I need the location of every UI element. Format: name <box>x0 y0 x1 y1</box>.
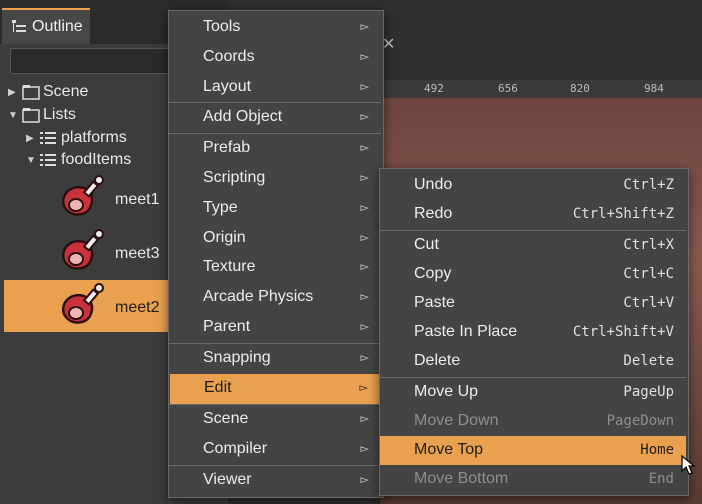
tab-outline-label: Outline <box>32 18 83 35</box>
tree-item-meet1[interactable]: meet1 <box>115 191 159 209</box>
menu-item-arcade-physics[interactable]: Arcade Physics ▻ <box>169 283 381 313</box>
tree-item-meet2[interactable]: meet2 <box>115 299 159 317</box>
tree-item-meet3[interactable]: meet3 <box>115 245 159 263</box>
edit-submenu: Undo Ctrl+Z Redo Ctrl+Shift+Z Cut Ctrl+X Co… <box>379 168 689 496</box>
menu-item-add-object[interactable]: Add Object ▻ <box>169 103 381 133</box>
menu-item-snapping[interactable]: Snapping ▻ <box>169 344 381 374</box>
menu-item-undo[interactable]: Undo Ctrl+Z <box>380 171 686 200</box>
menu-item-scripting[interactable]: Scripting ▻ <box>169 164 381 194</box>
menu-item-move-top[interactable]: Move Top Home <box>380 436 686 465</box>
menu-item-copy[interactable]: Copy Ctrl+C <box>380 260 686 289</box>
meat-sprite-icon <box>61 283 104 324</box>
menu-item-move-down: Move Down PageDown <box>414 412 674 429</box>
menu-item-prefab[interactable]: Prefab ▻ <box>169 134 381 164</box>
menu-item-type[interactable]: Type ▻ <box>169 194 381 224</box>
menu-item-origin[interactable]: Origin ▻ <box>169 224 381 254</box>
tree-item-lists[interactable]: Lists <box>43 106 76 124</box>
context-menu: Tools ▻ Coords ▻ Layout ▻ Add Object ▻ Prefa… <box>168 10 384 498</box>
menu-item-move-up[interactable]: Move Up PageUp <box>380 378 686 407</box>
mouse-cursor-icon <box>681 454 696 475</box>
menu-item-cut[interactable]: Cut Ctrl+X <box>380 231 686 260</box>
ruler-tick-label: 820 <box>570 82 590 95</box>
close-icon[interactable]: ✕ <box>382 34 395 54</box>
menu-item-layout[interactable]: Layout ▻ <box>169 73 381 103</box>
menu-item-scene[interactable]: Scene ▻ <box>169 405 381 435</box>
menu-item-edit[interactable]: Edit ▻ <box>170 374 380 404</box>
ruler-tick-label: 984 <box>644 82 664 95</box>
ruler: 492 656 820 984 <box>380 80 702 98</box>
menu-item-coords[interactable]: Coords ▻ <box>169 43 381 73</box>
list-icon <box>40 154 56 166</box>
menu-item-parent[interactable]: Parent ▻ <box>169 313 381 343</box>
collapse-arrow-icon[interactable]: ▼ <box>8 110 18 121</box>
folder-icon <box>22 85 40 100</box>
ruler-tick-label: 492 <box>424 82 444 95</box>
meat-sprite-icon <box>61 175 104 216</box>
folder-icon <box>22 108 40 123</box>
menu-item-compiler[interactable]: Compiler ▻ <box>169 435 381 465</box>
tab-outline[interactable]: Outline <box>2 8 90 44</box>
menu-item-paste[interactable]: Paste Ctrl+V <box>380 289 686 318</box>
expand-arrow-icon[interactable]: ▶ <box>26 133 34 144</box>
list-icon <box>40 132 56 144</box>
tree-item-scene[interactable]: Scene <box>43 83 88 101</box>
menu-item-texture[interactable]: Texture ▻ <box>169 253 381 283</box>
menu-item-delete[interactable]: Delete Delete <box>380 347 686 376</box>
tree-item-platforms[interactable]: platforms <box>61 129 127 147</box>
outline-icon <box>12 20 26 32</box>
menu-item-viewer[interactable]: Viewer ▻ <box>169 466 381 496</box>
expand-arrow-icon[interactable]: ▶ <box>8 87 16 98</box>
collapse-arrow-icon[interactable]: ▼ <box>26 155 36 166</box>
meat-sprite-icon <box>61 229 104 270</box>
menu-item-paste-in-place[interactable]: Paste In Place Ctrl+Shift+V <box>380 318 686 347</box>
menu-item-move-bottom: Move Bottom End <box>414 470 674 487</box>
tree-item-fooditems[interactable]: foodItems <box>61 151 131 169</box>
menu-item-tools[interactable]: Tools ▻ <box>169 13 381 43</box>
menu-item-redo[interactable]: Redo Ctrl+Shift+Z <box>380 200 686 229</box>
ruler-tick-label: 656 <box>498 82 518 95</box>
